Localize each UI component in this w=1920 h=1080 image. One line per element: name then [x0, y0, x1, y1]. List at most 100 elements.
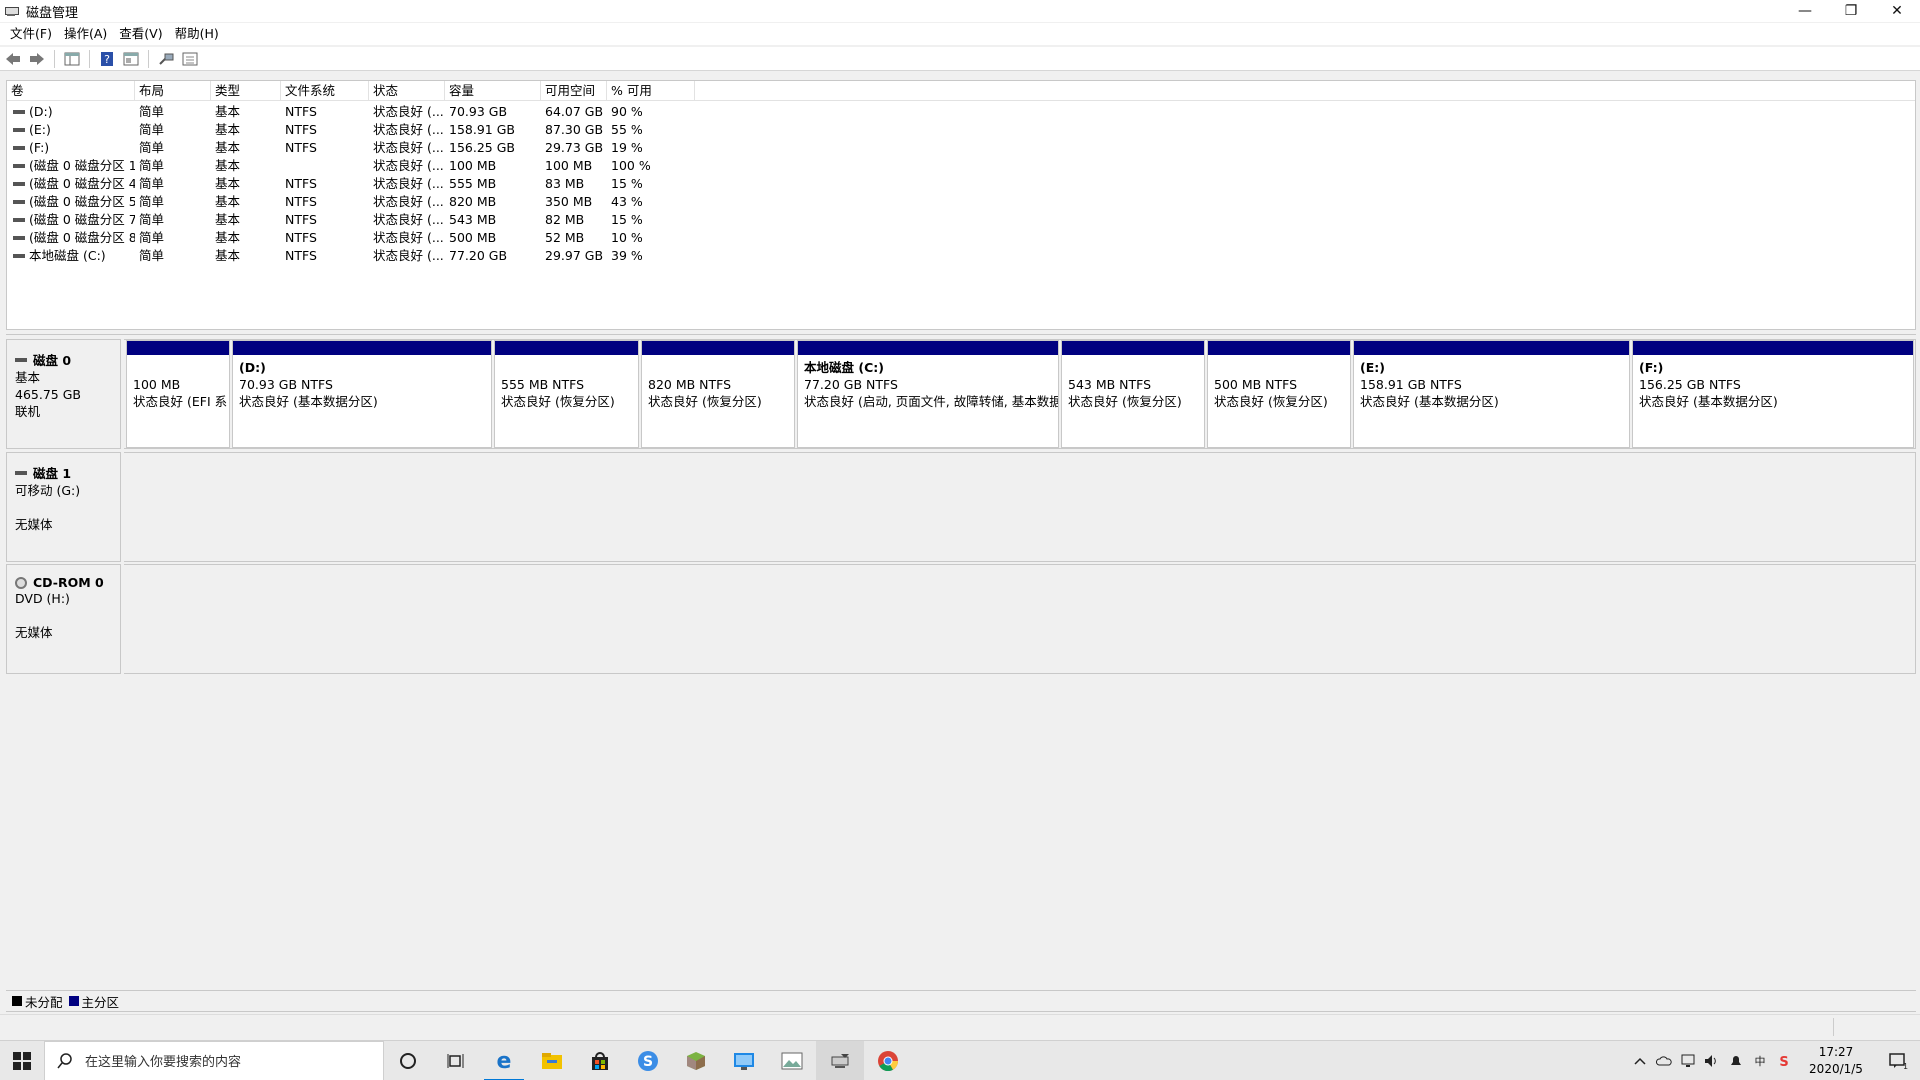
column-header-free-space[interactable]: 可用空间 — [541, 81, 607, 101]
partition-size: 156.25 GB NTFS — [1639, 377, 1741, 392]
bell-icon[interactable] — [1724, 1041, 1748, 1080]
volume-icon — [13, 163, 25, 168]
console-tree-icon[interactable] — [63, 50, 81, 68]
volume-cell: NTFS — [285, 212, 317, 227]
volume-name: (磁盘 0 磁盘分区 5) — [29, 194, 135, 209]
partition-size: 500 MB NTFS — [1214, 377, 1298, 392]
volume-row[interactable]: (F:) 简单 基本 NTFS 状态良好 (... 156.25 GB 29.73 GB 19… — [7, 139, 1915, 157]
volume-icon — [13, 145, 25, 150]
volume-icon[interactable] — [1700, 1041, 1724, 1080]
volume-cell: 100 % — [611, 158, 651, 173]
chevron-up-icon[interactable] — [1628, 1041, 1652, 1080]
volume-cell: NTFS — [285, 122, 317, 137]
volume-row[interactable]: (磁盘 0 磁盘分区 4) 简单 基本 NTFS 状态良好 (... 555 MB 83 M… — [7, 175, 1915, 193]
column-header-percent-free[interactable]: % 可用 — [607, 81, 695, 101]
volume-cell: (F:) — [11, 139, 135, 157]
partition-name: (F:) — [1639, 360, 1664, 375]
disk-icon — [15, 357, 27, 362]
volume-cell: 39 % — [611, 248, 643, 263]
help-icon[interactable]: ? — [98, 50, 116, 68]
volume-name: (磁盘 0 磁盘分区 1) — [29, 158, 135, 173]
volume-cell: 简单 — [139, 176, 165, 191]
column-header-status[interactable]: 状态 — [369, 81, 445, 101]
volume-icon — [13, 199, 25, 204]
edge-icon[interactable]: e — [480, 1041, 528, 1080]
network-icon[interactable] — [1676, 1041, 1700, 1080]
cortana-icon[interactable] — [384, 1041, 432, 1080]
menu-action[interactable]: 操作(A) — [58, 23, 113, 45]
menu-help[interactable]: 帮助(H) — [169, 23, 225, 45]
partition-block[interactable]: (E:) 158.91 GB NTFS 状态良好 (基本数据分区) — [1353, 340, 1630, 448]
partition-type-bar — [1062, 341, 1204, 355]
volume-cell: NTFS — [285, 176, 317, 191]
partition-block[interactable]: 100 MB 状态良好 (EFI 系 — [126, 340, 230, 448]
volume-cell: 状态良好 (... — [373, 176, 443, 191]
chrome-icon[interactable] — [864, 1041, 912, 1080]
action-center-button[interactable]: 1 — [1876, 1041, 1920, 1080]
column-header-capacity[interactable]: 容量 — [445, 81, 541, 101]
partition-block[interactable]: (F:) 156.25 GB NTFS 状态良好 (基本数据分区) — [1632, 340, 1914, 448]
volume-cell: 基本 — [215, 122, 241, 137]
menu-file[interactable]: 文件(F) — [4, 23, 58, 45]
partition-info: 100 MB 状态良好 (EFI 系 — [127, 355, 229, 410]
partition-block[interactable]: 本地磁盘 (C:) 77.20 GB NTFS 状态良好 (启动, 页面文件, 故障… — [797, 340, 1059, 448]
status-separator — [1833, 1018, 1834, 1036]
connect-icon[interactable] — [157, 50, 175, 68]
clock[interactable]: 17:27 2020/1/5 — [1796, 1044, 1876, 1078]
minecraft-icon[interactable] — [672, 1041, 720, 1080]
volume-row[interactable]: (磁盘 0 磁盘分区 8) 简单 基本 NTFS 状态良好 (... 500 MB 52 M… — [7, 229, 1915, 247]
back-icon[interactable] — [4, 50, 22, 68]
column-header-layout[interactable]: 布局 — [135, 81, 211, 101]
volume-row[interactable]: (磁盘 0 磁盘分区 1) 简单 基本 状态良好 (... 100 MB 100 MB 10… — [7, 157, 1915, 175]
partition-info: 543 MB NTFS 状态良好 (恢复分区) — [1062, 355, 1204, 410]
store-icon[interactable] — [576, 1041, 624, 1080]
remote-desktop-icon[interactable] — [720, 1041, 768, 1080]
minimize-button[interactable]: — — [1782, 0, 1828, 22]
close-button[interactable]: ✕ — [1874, 0, 1920, 22]
volume-row[interactable]: (D:) 简单 基本 NTFS 状态良好 (... 70.93 GB 64.07 GB 90 … — [7, 103, 1915, 121]
volume-row[interactable]: (E:) 简单 基本 NTFS 状态良好 (... 158.91 GB 87.30 GB 55… — [7, 121, 1915, 139]
forward-icon[interactable] — [28, 50, 46, 68]
start-button[interactable] — [0, 1041, 44, 1080]
volume-cell: 500 MB — [449, 230, 497, 245]
volume-row[interactable]: (磁盘 0 磁盘分区 7) 简单 基本 NTFS 状态良好 (... 543 MB 82 M… — [7, 211, 1915, 229]
volume-cell: (E:) — [11, 121, 135, 139]
column-header-type[interactable]: 类型 — [211, 81, 281, 101]
disk-0-partitions: 100 MB 状态良好 (EFI 系 (D:) 70.93 GB NTFS 状态良好 (… — [124, 339, 1916, 449]
partition-type-bar — [1633, 341, 1913, 355]
properties-icon[interactable] — [122, 50, 140, 68]
volume-row[interactable]: (磁盘 0 磁盘分区 5) 简单 基本 NTFS 状态良好 (... 820 MB 350 … — [7, 193, 1915, 211]
partition-block[interactable]: 820 MB NTFS 状态良好 (恢复分区) — [641, 340, 795, 448]
partition-block[interactable]: (D:) 70.93 GB NTFS 状态良好 (基本数据分区) — [232, 340, 492, 448]
title-bar: 磁盘管理 — ❐ ✕ — [0, 0, 1920, 22]
sogou-icon[interactable]: S — [624, 1041, 672, 1080]
volume-cell: 15 % — [611, 212, 643, 227]
ime-icon[interactable]: 中 — [1748, 1041, 1772, 1080]
disk-management-icon[interactable] — [816, 1040, 864, 1080]
disk-name: 磁盘 0 — [33, 353, 72, 368]
partition-block[interactable]: 543 MB NTFS 状态良好 (恢复分区) — [1061, 340, 1205, 448]
onedrive-icon[interactable] — [1652, 1041, 1676, 1080]
disk-state: 联机 — [15, 404, 41, 419]
volume-rows: (D:) 简单 基本 NTFS 状态良好 (... 70.93 GB 64.07 GB 90 … — [7, 103, 1915, 265]
photos-icon[interactable] — [768, 1041, 816, 1080]
task-view-icon[interactable] — [432, 1041, 480, 1080]
column-header-filesystem[interactable]: 文件系统 — [281, 81, 369, 101]
disk-1-label[interactable]: 磁盘 1 可移动 (G:) 无媒体 — [6, 452, 121, 562]
cdrom-0-label[interactable]: CD-ROM 0 DVD (H:) 无媒体 — [6, 564, 121, 674]
partition-block[interactable]: 555 MB NTFS 状态良好 (恢复分区) — [494, 340, 639, 448]
sogou-ime-icon[interactable]: S — [1772, 1041, 1796, 1080]
list-view-icon[interactable] — [181, 50, 199, 68]
disk-0-label[interactable]: 磁盘 0 基本 465.75 GB 联机 — [6, 339, 121, 449]
volume-icon — [13, 217, 25, 222]
menu-view[interactable]: 查看(V) — [113, 23, 168, 45]
restore-button[interactable]: ❐ — [1828, 0, 1874, 22]
partition-type-bar — [495, 341, 638, 355]
partition-block[interactable]: 500 MB NTFS 状态良好 (恢复分区) — [1207, 340, 1351, 448]
column-header-volume[interactable]: 卷 — [7, 81, 135, 101]
search-icon — [57, 1052, 72, 1068]
taskbar-search[interactable]: 在这里输入你要搜索的内容 — [44, 1040, 384, 1080]
menu-bar: 文件(F) 操作(A) 查看(V) 帮助(H) — [0, 23, 1920, 45]
file-explorer-icon[interactable] — [528, 1041, 576, 1080]
volume-row[interactable]: 本地磁盘 (C:) 简单 基本 NTFS 状态良好 (... 77.20 GB 29.97 … — [7, 247, 1915, 265]
